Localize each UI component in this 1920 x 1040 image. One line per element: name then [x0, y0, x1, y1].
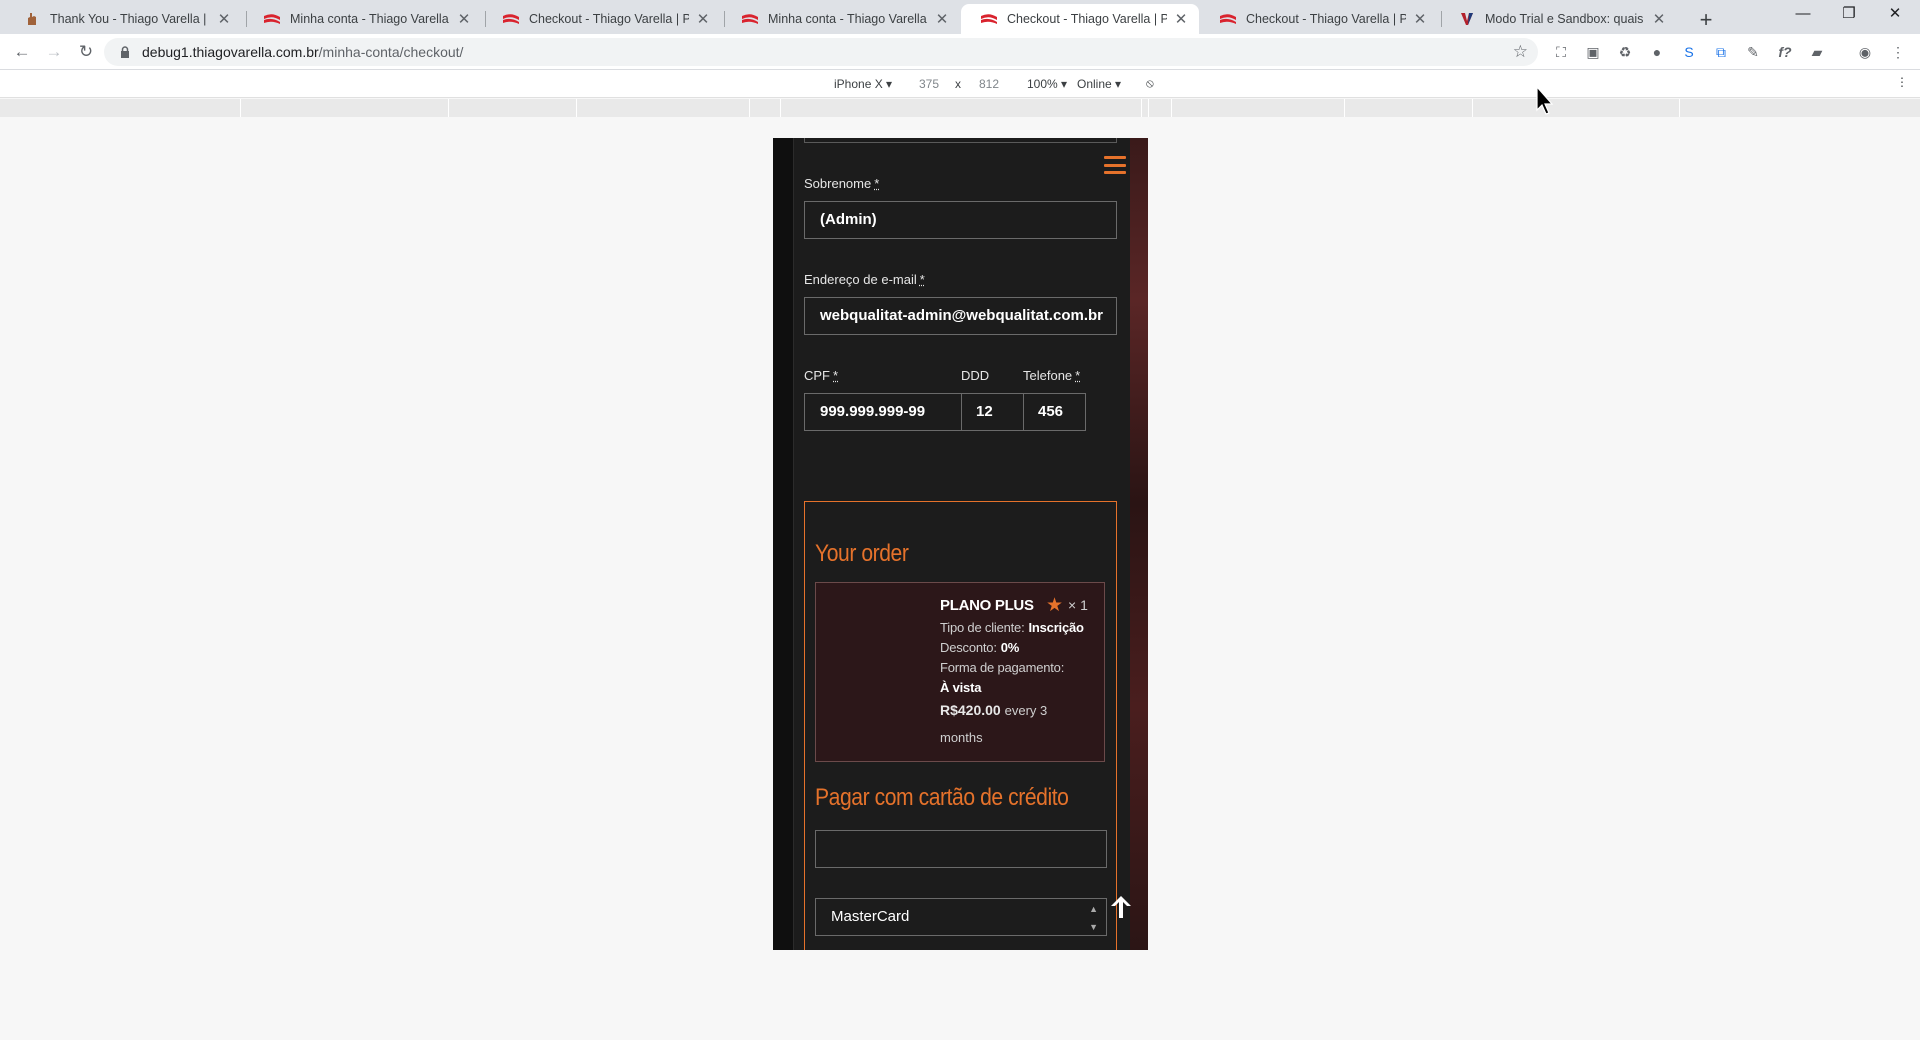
- forma-pagamento-value: À vista: [940, 680, 982, 695]
- sync-extension-icon[interactable]: S: [1679, 42, 1699, 62]
- browser-tab[interactable]: Checkout - Thiago Varella | Prog ✕: [483, 4, 721, 34]
- scroll-to-top-icon[interactable]: [1104, 894, 1138, 928]
- screenshot-extension-icon[interactable]: ⛶: [1551, 42, 1571, 62]
- media-query-bar[interactable]: [0, 99, 1920, 117]
- hamburger-menu-icon[interactable]: [1104, 156, 1126, 174]
- tab-title: Thank You - Thiago Varella | Prog: [50, 12, 210, 26]
- tab-title: Modo Trial e Sandbox: quais núm: [1485, 12, 1645, 26]
- sobrenome-label: Sobrenome *: [804, 176, 880, 191]
- desconto: Desconto: 0%: [940, 640, 1020, 655]
- tab-title: Minha conta - Thiago Varella | Pr: [768, 12, 928, 26]
- close-icon[interactable]: ✕: [1173, 10, 1189, 28]
- browser-tab[interactable]: Minha conta - Thiago Varella | Pr ✕: [244, 4, 482, 34]
- product-price: R$420.00 every 3: [940, 702, 1048, 718]
- product-quantity: × 1: [1068, 597, 1088, 613]
- menu-kebab-icon[interactable]: ⋮: [1888, 42, 1908, 62]
- browser-tab-active[interactable]: Checkout - Thiago Varella | Prog ✕: [961, 4, 1199, 34]
- product-period: months: [940, 730, 983, 745]
- url-path: /minha-conta/checkout/: [318, 44, 464, 60]
- network-select[interactable]: Online ▾: [1077, 77, 1121, 91]
- close-icon[interactable]: ✕: [934, 10, 950, 28]
- dimension-separator: x: [955, 77, 961, 91]
- cookie-extension-icon[interactable]: ●: [1647, 42, 1667, 62]
- telefone-label: Telefone *: [1023, 368, 1081, 383]
- tab-title: Checkout - Thiago Varella | Prog: [529, 12, 689, 26]
- email-label: Endereço de e-mail *: [804, 272, 925, 287]
- code-extension-icon[interactable]: ⧉: [1711, 42, 1731, 62]
- new-tab-button[interactable]: +: [1692, 6, 1720, 34]
- browser-tab[interactable]: Checkout - Thiago Varella | Prog ✕: [1200, 4, 1438, 34]
- v-logo-icon: [1459, 11, 1475, 27]
- cast-extension-icon[interactable]: ▰: [1807, 42, 1827, 62]
- rotate-icon[interactable]: ⦸: [1146, 76, 1154, 91]
- lock-icon: [120, 46, 132, 58]
- browser-tabstrip: Thank You - Thiago Varella | Prog ✕ Minh…: [0, 0, 1920, 34]
- ddd-field[interactable]: 12: [961, 393, 1024, 431]
- forma-pagamento-label: Forma de pagamento:: [940, 660, 1065, 675]
- browser-tab[interactable]: Thank You - Thiago Varella | Prog ✕: [4, 4, 242, 34]
- device-menu-icon[interactable]: ⋮: [1896, 75, 1908, 89]
- font-extension-icon[interactable]: f?: [1775, 42, 1795, 62]
- forward-button[interactable]: →: [42, 40, 66, 64]
- credit-card-heading: Pagar com cartão de crédito: [815, 784, 1069, 811]
- card-holder-field[interactable]: [815, 830, 1107, 868]
- cpf-label: CPF *: [804, 368, 839, 383]
- url-host: debug1.thiagovarella.com.br: [142, 44, 319, 60]
- red-flag-icon: [981, 11, 997, 27]
- ddd-label: DDD: [961, 368, 990, 383]
- reader-extension-icon[interactable]: ▣: [1583, 42, 1603, 62]
- product-name: PLANO PLUS: [940, 597, 1034, 614]
- background-image: [1130, 138, 1148, 950]
- bookmark-star-icon[interactable]: ☆: [1513, 42, 1528, 62]
- window-close-button[interactable]: ✕: [1872, 0, 1918, 30]
- browser-tab[interactable]: Minha conta - Thiago Varella | Pr ✕: [722, 4, 960, 34]
- checkout-content: Sobrenome * (Admin) Endereço de e-mail * w…: [793, 138, 1130, 950]
- close-icon[interactable]: ✕: [695, 10, 711, 28]
- red-flag-icon: [1220, 11, 1236, 27]
- zoom-select[interactable]: 100% ▾: [1027, 77, 1067, 91]
- tab-title: Checkout - Thiago Varella | Prog: [1007, 12, 1167, 26]
- your-order-heading: Your order: [815, 540, 909, 567]
- restore-button[interactable]: ❐: [1826, 0, 1872, 30]
- tipo-cliente: Tipo de cliente: Inscrição: [940, 620, 1084, 635]
- close-icon[interactable]: ✕: [216, 10, 232, 28]
- tab-title: Minha conta - Thiago Varella | Pr: [290, 12, 450, 26]
- telefone-field[interactable]: 456: [1023, 393, 1086, 431]
- select-arrows-icon: ▲ ▼: [1089, 904, 1098, 932]
- star-icon: ★: [1046, 595, 1064, 616]
- device-select[interactable]: iPhone X ▾: [834, 77, 892, 91]
- left-strip: [773, 138, 793, 950]
- back-button[interactable]: ←: [10, 40, 34, 64]
- minimize-button[interactable]: —: [1780, 0, 1826, 30]
- recycle-extension-icon[interactable]: ♻: [1615, 42, 1635, 62]
- close-icon[interactable]: ✕: [1651, 10, 1667, 28]
- profile-icon[interactable]: ◉: [1855, 42, 1875, 62]
- card-brand-select[interactable]: MasterCard ▲ ▼: [815, 898, 1107, 936]
- mouse-cursor-icon: [1536, 85, 1556, 116]
- previous-field-edge: [804, 138, 1117, 143]
- eyedropper-extension-icon[interactable]: ✎: [1743, 42, 1763, 62]
- sobrenome-field[interactable]: (Admin): [804, 201, 1117, 239]
- reload-button[interactable]: ↻: [74, 40, 98, 64]
- red-flag-icon: [503, 11, 519, 27]
- browser-tab[interactable]: Modo Trial e Sandbox: quais núm ✕: [1439, 4, 1677, 34]
- close-icon[interactable]: ✕: [1412, 10, 1428, 28]
- address-bar[interactable]: debug1.thiagovarella.com.br/minha-conta/…: [104, 38, 1538, 66]
- device-viewport: Sobrenome * (Admin) Endereço de e-mail * w…: [773, 138, 1148, 950]
- order-item: PLANO PLUS ★ × 1 Tipo de cliente: Inscriç…: [815, 582, 1105, 762]
- device-toolbar: iPhone X ▾ 375 x 812 100% ▾ Online ▾ ⦸ ⋮: [0, 70, 1920, 98]
- order-review-box: Your order PLANO PLUS ★ × 1 Tipo de clie…: [804, 501, 1117, 950]
- device-height[interactable]: 812: [979, 77, 999, 91]
- close-icon[interactable]: ✕: [456, 10, 472, 28]
- browser-toolbar: ← → ↻ debug1.thiagovarella.com.br/minha-…: [0, 34, 1920, 70]
- tab-title: Checkout - Thiago Varella | Prog: [1246, 12, 1406, 26]
- email-field[interactable]: webqualitat-admin@webqualitat.com.br: [804, 297, 1117, 335]
- red-flag-icon: [742, 11, 758, 27]
- red-flag-icon: [264, 11, 280, 27]
- cpf-field[interactable]: 999.999.999-99: [804, 393, 962, 431]
- hand-icon: [24, 11, 40, 27]
- device-width[interactable]: 375: [919, 77, 939, 91]
